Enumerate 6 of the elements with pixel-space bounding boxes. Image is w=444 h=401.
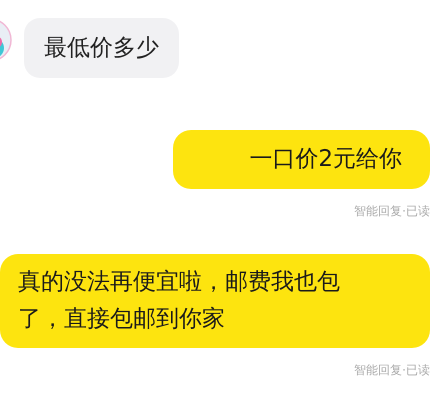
avatar-icon[interactable] bbox=[0, 18, 12, 62]
read-status: 智能回复·已读 bbox=[354, 203, 430, 220]
message-bubble: 一口价2元给你 bbox=[173, 130, 430, 189]
read-status: 智能回复·已读 bbox=[354, 362, 430, 379]
message-bubble: 最低价多少 bbox=[24, 18, 179, 78]
message-bubble: 真的没法再便宜啦，邮费我也包了，直接包邮到你家 bbox=[0, 254, 430, 348]
